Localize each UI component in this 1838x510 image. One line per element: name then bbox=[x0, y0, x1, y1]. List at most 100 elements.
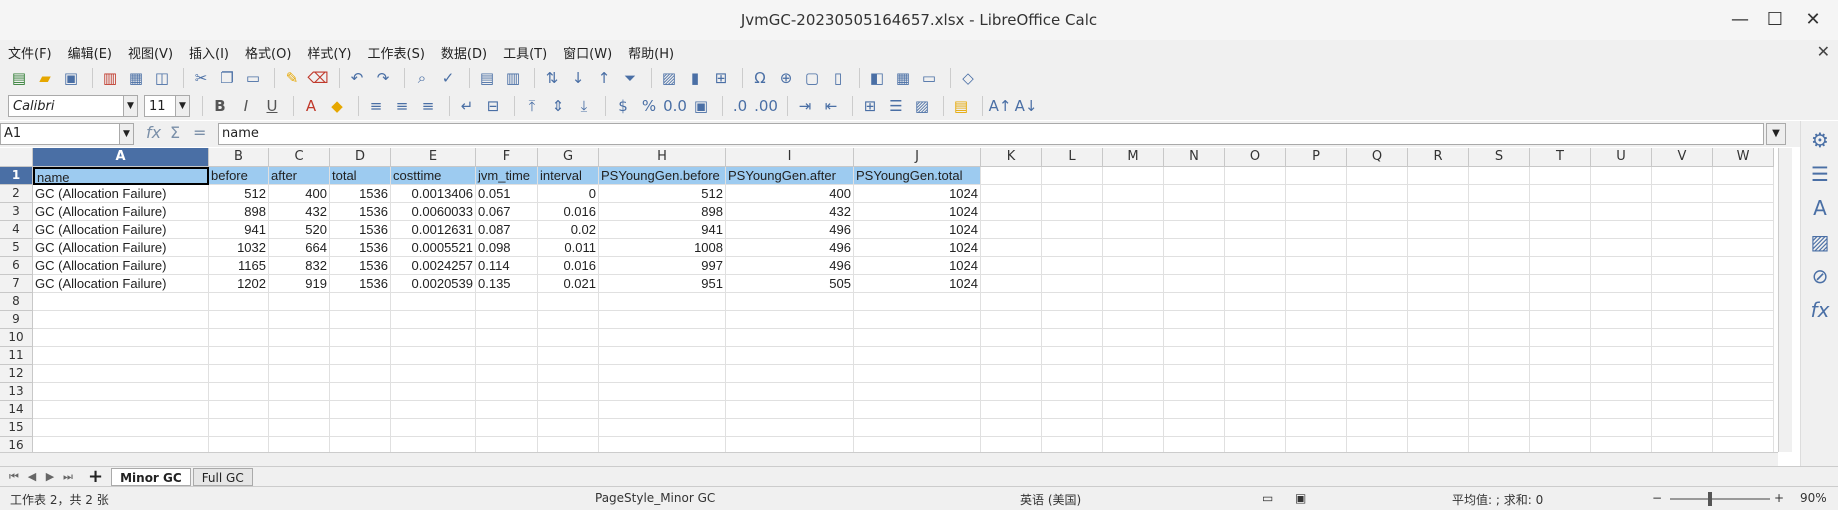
cell-n13[interactable] bbox=[1164, 383, 1225, 401]
cell-m6[interactable] bbox=[1103, 257, 1164, 275]
cell-a3[interactable]: GC (Allocation Failure) bbox=[33, 203, 209, 221]
cell-g5[interactable]: 0.011 bbox=[538, 239, 599, 257]
cell-o15[interactable] bbox=[1225, 419, 1286, 437]
cell-d2[interactable]: 1536 bbox=[330, 185, 391, 203]
cell-h15[interactable] bbox=[599, 419, 726, 437]
cell-n10[interactable] bbox=[1164, 329, 1225, 347]
column-header-f[interactable]: F bbox=[476, 148, 538, 167]
cell-g14[interactable] bbox=[538, 401, 599, 419]
cell-h10[interactable] bbox=[599, 329, 726, 347]
decrease-font-icon[interactable]: A↓ bbox=[1015, 95, 1038, 117]
cell-w14[interactable] bbox=[1713, 401, 1774, 419]
cell-j5[interactable]: 1024 bbox=[854, 239, 981, 257]
cell-j6[interactable]: 1024 bbox=[854, 257, 981, 275]
row-header-1[interactable]: 1 bbox=[0, 167, 33, 185]
cell-n5[interactable] bbox=[1164, 239, 1225, 257]
cell-u14[interactable] bbox=[1591, 401, 1652, 419]
cell-i16[interactable] bbox=[726, 437, 854, 452]
cell-w4[interactable] bbox=[1713, 221, 1774, 239]
cell-s2[interactable] bbox=[1469, 185, 1530, 203]
chevron-down-icon[interactable]: ▼ bbox=[123, 96, 137, 116]
show-draw-functions-icon[interactable]: ◇ bbox=[957, 67, 979, 89]
cell-k12[interactable] bbox=[981, 365, 1042, 383]
cell-a4[interactable]: GC (Allocation Failure) bbox=[33, 221, 209, 239]
cell-a12[interactable] bbox=[33, 365, 209, 383]
cell-a16[interactable] bbox=[33, 437, 209, 452]
cell-a8[interactable] bbox=[33, 293, 209, 311]
increase-font-icon[interactable]: A↑ bbox=[989, 95, 1012, 117]
cell-e11[interactable] bbox=[391, 347, 476, 365]
cell-l2[interactable] bbox=[1042, 185, 1103, 203]
delete-decimal-icon[interactable]: .00 bbox=[754, 95, 778, 117]
cell-b8[interactable] bbox=[209, 293, 269, 311]
function-wizard-icon[interactable]: fx bbox=[146, 123, 161, 142]
cell-d13[interactable] bbox=[330, 383, 391, 401]
align-top-icon[interactable]: ⤒ bbox=[521, 95, 543, 117]
cell-w16[interactable] bbox=[1713, 437, 1774, 452]
column-header-s[interactable]: S bbox=[1469, 148, 1530, 167]
cell-l14[interactable] bbox=[1042, 401, 1103, 419]
cell-o10[interactable] bbox=[1225, 329, 1286, 347]
print-icon[interactable]: ▦ bbox=[125, 67, 147, 89]
cell-l9[interactable] bbox=[1042, 311, 1103, 329]
zoom-in-icon[interactable]: + bbox=[1774, 491, 1784, 505]
row-header-5[interactable]: 5 bbox=[0, 239, 33, 257]
row-header-14[interactable]: 14 bbox=[0, 401, 33, 419]
cell-d4[interactable]: 1536 bbox=[330, 221, 391, 239]
cell-v16[interactable] bbox=[1652, 437, 1713, 452]
column-header-i[interactable]: I bbox=[726, 148, 854, 167]
cell-p10[interactable] bbox=[1286, 329, 1347, 347]
cell-c14[interactable] bbox=[269, 401, 330, 419]
row-header-8[interactable]: 8 bbox=[0, 293, 33, 311]
cell-e3[interactable]: 0.0060033 bbox=[391, 203, 476, 221]
add-sheet-button[interactable]: + bbox=[88, 466, 103, 487]
cell-p15[interactable] bbox=[1286, 419, 1347, 437]
cell-f9[interactable] bbox=[476, 311, 538, 329]
cell-f4[interactable]: 0.087 bbox=[476, 221, 538, 239]
sum-icon[interactable]: Σ bbox=[170, 123, 180, 142]
export-pdf-icon[interactable]: ▥ bbox=[99, 67, 121, 89]
cell-m15[interactable] bbox=[1103, 419, 1164, 437]
cell-p5[interactable] bbox=[1286, 239, 1347, 257]
cell-c4[interactable]: 520 bbox=[269, 221, 330, 239]
cell-a6[interactable]: GC (Allocation Failure) bbox=[33, 257, 209, 275]
cell-m13[interactable] bbox=[1103, 383, 1164, 401]
cell-d9[interactable] bbox=[330, 311, 391, 329]
cell-t7[interactable] bbox=[1530, 275, 1591, 293]
print-preview-icon[interactable]: ◫ bbox=[151, 67, 173, 89]
last-sheet-icon[interactable]: ⏭ bbox=[62, 470, 74, 484]
cell-k4[interactable] bbox=[981, 221, 1042, 239]
cell-l10[interactable] bbox=[1042, 329, 1103, 347]
spreadsheet-grid[interactable]: A B C D E F G H I J K L M N O P Q R S T U V W 1 name before after t… bbox=[0, 148, 1778, 452]
define-print-area-icon[interactable]: ◧ bbox=[866, 67, 888, 89]
cell-v14[interactable] bbox=[1652, 401, 1713, 419]
cell-v15[interactable] bbox=[1652, 419, 1713, 437]
cell-a15[interactable] bbox=[33, 419, 209, 437]
settings-icon[interactable]: ⚙ bbox=[1807, 127, 1833, 153]
cell-u13[interactable] bbox=[1591, 383, 1652, 401]
cell-b15[interactable] bbox=[209, 419, 269, 437]
cell-w6[interactable] bbox=[1713, 257, 1774, 275]
cell-q1[interactable] bbox=[1347, 167, 1408, 185]
cell-g7[interactable]: 0.021 bbox=[538, 275, 599, 293]
column-header-o[interactable]: O bbox=[1225, 148, 1286, 167]
cell-c2[interactable]: 400 bbox=[269, 185, 330, 203]
row-header-4[interactable]: 4 bbox=[0, 221, 33, 239]
align-right-icon[interactable]: ≡ bbox=[417, 95, 439, 117]
column-header-e[interactable]: E bbox=[391, 148, 476, 167]
cell-d5[interactable]: 1536 bbox=[330, 239, 391, 257]
cell-c7[interactable]: 919 bbox=[269, 275, 330, 293]
cell-i8[interactable] bbox=[726, 293, 854, 311]
pivot-table-icon[interactable]: ⊞ bbox=[710, 67, 732, 89]
paste-icon[interactable]: ▭ bbox=[242, 67, 264, 89]
cell-g11[interactable] bbox=[538, 347, 599, 365]
hyperlink-icon[interactable]: ⊕ bbox=[775, 67, 797, 89]
cell-d7[interactable]: 1536 bbox=[330, 275, 391, 293]
cell-g3[interactable]: 0.016 bbox=[538, 203, 599, 221]
maximize-button[interactable]: ☐ bbox=[1760, 8, 1790, 32]
select-all-corner[interactable] bbox=[0, 148, 33, 167]
cell-g15[interactable] bbox=[538, 419, 599, 437]
cell-f11[interactable] bbox=[476, 347, 538, 365]
cell-b6[interactable]: 1165 bbox=[209, 257, 269, 275]
cell-i14[interactable] bbox=[726, 401, 854, 419]
